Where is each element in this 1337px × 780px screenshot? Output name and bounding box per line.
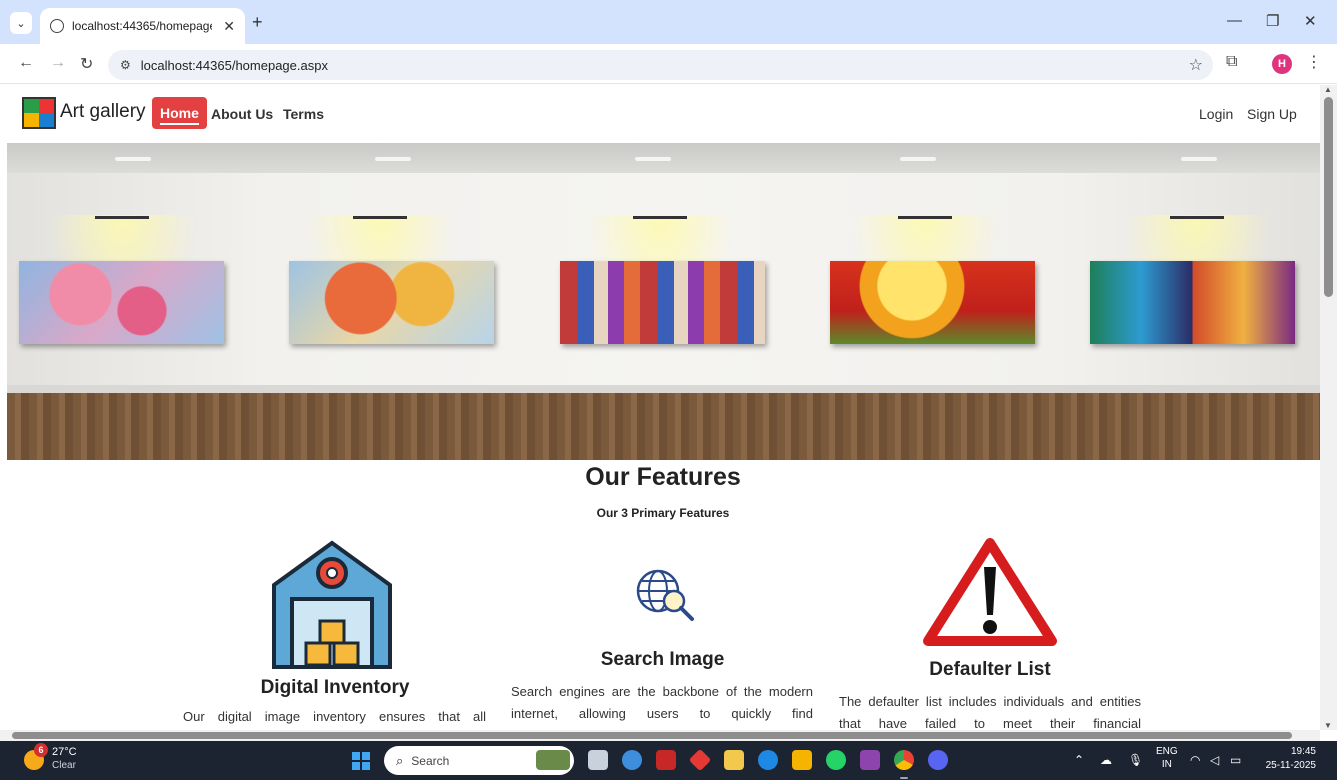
- page-viewport: Art gallery Home About Us Terms Login Si…: [0, 85, 1320, 730]
- nav-home[interactable]: Home: [152, 97, 207, 129]
- discord-app-icon[interactable]: [928, 750, 948, 770]
- painting-flowers: [830, 261, 1035, 344]
- wifi-icon[interactable]: ◠: [1190, 753, 1200, 767]
- weather-temperature[interactable]: 27°C: [52, 746, 77, 758]
- site-info-icon: [50, 19, 64, 33]
- feature-title-defaulter: Defaulter List: [929, 659, 1051, 680]
- scroll-up-arrow[interactable]: ▲: [1324, 85, 1332, 94]
- system-clock[interactable]: 19:45 25-11-2025: [1258, 745, 1316, 773]
- warning-icon: [923, 538, 1057, 646]
- restore-button[interactable]: ❐: [1266, 12, 1279, 30]
- extensions-icon[interactable]: ⧉: [1226, 53, 1237, 71]
- feature-text-inventory: Our digital image inventory ensures that…: [183, 709, 486, 724]
- bookmark-star-icon[interactable]: ☆: [1189, 55, 1203, 75]
- task-view-icon[interactable]: [588, 750, 608, 770]
- ceiling-light: [115, 157, 151, 161]
- ceiling-light: [635, 157, 671, 161]
- vertical-scroll-thumb[interactable]: [1324, 97, 1333, 297]
- close-tab-icon[interactable]: ✕: [223, 18, 235, 35]
- browser-menu-icon[interactable]: ⋮: [1306, 52, 1322, 72]
- vertical-scrollbar[interactable]: ▲ ▼: [1320, 85, 1337, 730]
- painting-abstract: [560, 261, 765, 344]
- forward-button[interactable]: →: [50, 54, 66, 72]
- visual-studio-icon[interactable]: [860, 750, 880, 770]
- wall-lamp: [1170, 205, 1224, 219]
- feature-title-search: Search Image: [600, 649, 725, 670]
- wall-lamp: [633, 205, 687, 219]
- battery-icon[interactable]: ▭: [1230, 753, 1241, 767]
- browser-tabstrip: ⌄ localhost:44365/homepage.aspx ✕ + — ❐ …: [0, 0, 1337, 44]
- address-bar[interactable]: ⚙ localhost:44365/homepage.aspx ☆: [108, 50, 1213, 80]
- ceiling-light: [900, 157, 936, 161]
- copilot-app-icon[interactable]: [622, 750, 642, 770]
- microphone-icon[interactable]: 🎙: [1128, 753, 1143, 767]
- nav-about[interactable]: About Us: [211, 106, 273, 122]
- close-window-button[interactable]: ✕: [1304, 12, 1317, 30]
- painting-forest: [1090, 261, 1295, 344]
- site-navbar: Art gallery Home About Us Terms Login Si…: [0, 85, 1320, 143]
- horizontal-scroll-thumb[interactable]: [12, 732, 1292, 739]
- region-code: IN: [1161, 759, 1172, 770]
- feature-text-search-2: internet, allowing users to quickly find: [511, 706, 813, 721]
- gallery-floor: [7, 393, 1320, 460]
- tray-overflow-icon[interactable]: ⌃: [1074, 753, 1084, 767]
- site-settings-icon[interactable]: ⚙: [120, 58, 131, 72]
- ceiling-light: [1181, 157, 1217, 161]
- feature-text-defaulter-2: that have failed to meet their financial: [839, 716, 1141, 730]
- weather-alert-badge: 6: [34, 743, 48, 757]
- profile-avatar[interactable]: H: [1272, 54, 1292, 74]
- taskbar-search-placeholder: Search: [411, 753, 450, 768]
- mcafee-app-icon[interactable]: [656, 750, 676, 770]
- feature-text-search-1: Search engines are the backbone of the m…: [511, 684, 813, 699]
- back-button[interactable]: ←: [18, 54, 34, 72]
- weather-description[interactable]: Clear: [52, 760, 76, 771]
- volume-icon[interactable]: ◁: [1210, 753, 1219, 767]
- git-app-icon[interactable]: [688, 748, 712, 772]
- widgets-app-icon[interactable]: [536, 750, 570, 770]
- file-explorer-icon[interactable]: [792, 750, 812, 770]
- store-app-icon[interactable]: [724, 750, 744, 770]
- tab-search-button[interactable]: ⌄: [10, 12, 32, 34]
- language-code: ENG: [1156, 746, 1178, 757]
- chrome-app-icon[interactable]: [894, 750, 914, 770]
- whatsapp-app-icon[interactable]: [826, 750, 846, 770]
- ceiling-light: [375, 157, 411, 161]
- browser-tab[interactable]: localhost:44365/homepage.aspx ✕: [40, 8, 245, 44]
- nav-signup[interactable]: Sign Up: [1247, 106, 1297, 122]
- feature-title-inventory: Digital Inventory: [260, 677, 410, 698]
- reload-button[interactable]: ↻: [80, 54, 93, 74]
- painting-autumn-tree: [289, 261, 494, 344]
- features-subtitle: Our 3 Primary Features: [596, 506, 730, 520]
- features-title: Our Features: [585, 463, 741, 491]
- search-globe-icon: [636, 569, 694, 621]
- wall-lamp: [898, 205, 952, 219]
- nav-login[interactable]: Login: [1199, 106, 1233, 122]
- painting-blossom: [19, 261, 224, 344]
- wall-lamp: [353, 205, 407, 219]
- horizontal-scrollbar[interactable]: [0, 730, 1320, 741]
- windows-taskbar: 6 27°C Clear ⌕ Search ⌃ ☁ 🎙 ENG IN ◠ ◁ ▭…: [0, 741, 1337, 780]
- minimize-button[interactable]: —: [1227, 12, 1242, 29]
- warehouse-icon: [272, 540, 392, 669]
- site-logo[interactable]: [22, 97, 56, 129]
- clock-time: 19:45: [1290, 746, 1316, 757]
- site-brand[interactable]: Art gallery: [60, 101, 146, 123]
- chrome-active-indicator: [900, 777, 908, 779]
- language-indicator[interactable]: ENG IN: [1156, 745, 1178, 771]
- gallery-baseboard: [7, 385, 1320, 393]
- wall-lamp: [95, 205, 149, 219]
- tab-title: localhost:44365/homepage.aspx: [72, 19, 212, 33]
- scroll-down-arrow[interactable]: ▼: [1324, 721, 1332, 730]
- hero-gallery-image: [7, 143, 1320, 460]
- search-icon: ⌕: [396, 752, 404, 768]
- clock-date: 25-11-2025: [1265, 760, 1316, 771]
- new-tab-button[interactable]: +: [252, 12, 263, 33]
- feature-text-defaulter-1: The defaulter list includes individuals …: [839, 694, 1141, 709]
- edge-app-icon[interactable]: [758, 750, 778, 770]
- nav-terms[interactable]: Terms: [283, 106, 324, 122]
- start-button[interactable]: [352, 752, 370, 770]
- url-text: localhost:44365/homepage.aspx: [140, 57, 328, 73]
- tray-app-icon[interactable]: ☁: [1100, 753, 1112, 767]
- browser-toolbar: ← → ↻ ⚙ localhost:44365/homepage.aspx ☆: [0, 44, 1337, 84]
